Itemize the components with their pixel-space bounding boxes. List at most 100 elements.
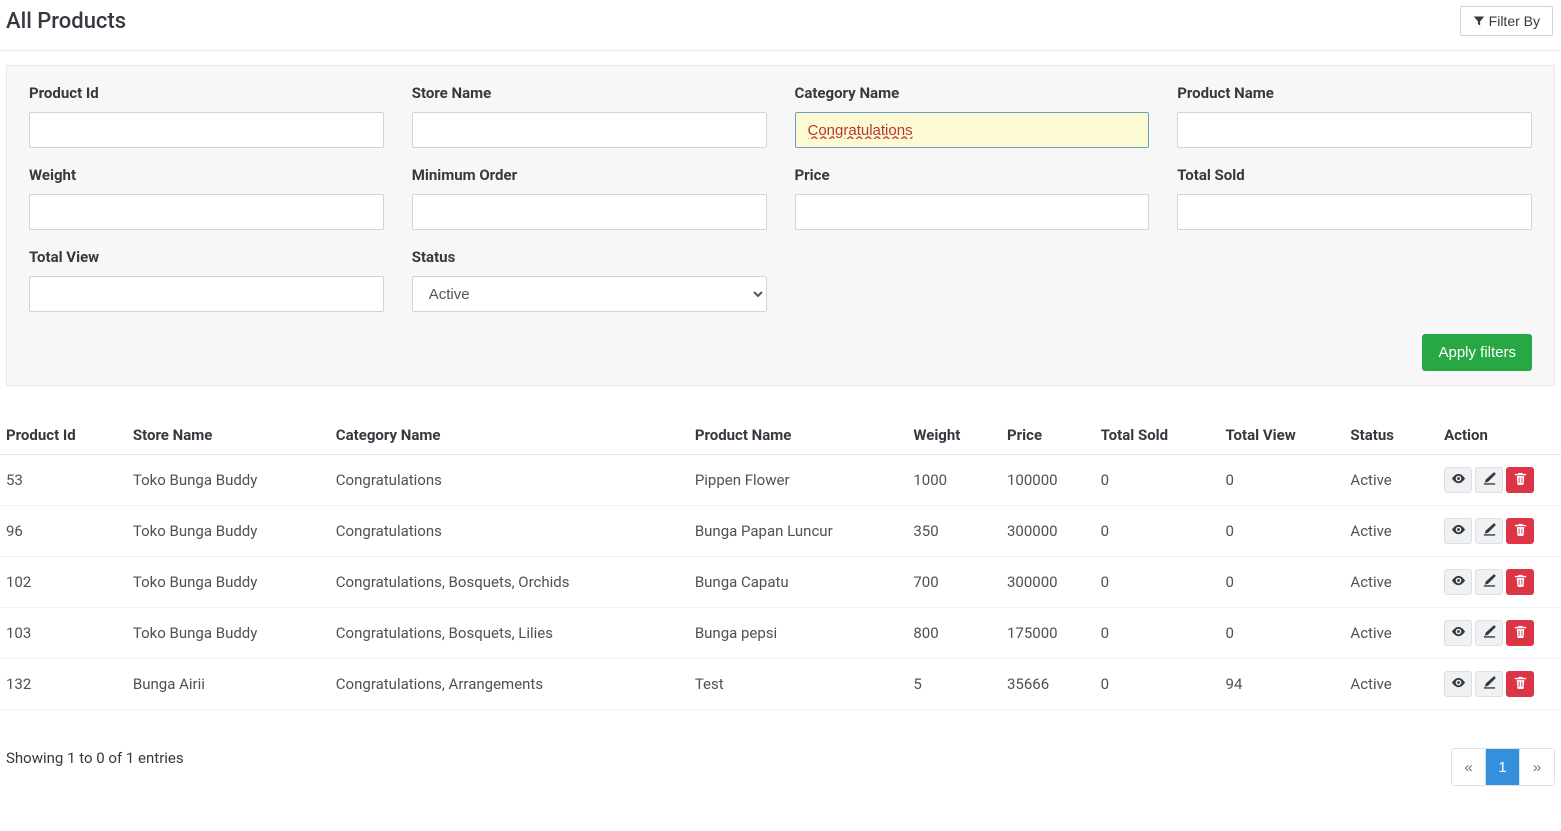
cell-category_name: Congratulations, Arrangements bbox=[328, 659, 687, 710]
edit-icon bbox=[1482, 522, 1497, 540]
edit-button[interactable] bbox=[1475, 518, 1503, 544]
cell-total_sold: 0 bbox=[1093, 659, 1218, 710]
cell-total_sold: 0 bbox=[1093, 557, 1218, 608]
category-name-input[interactable] bbox=[795, 112, 1150, 148]
price-input[interactable] bbox=[795, 194, 1150, 230]
cell-category_name: Congratulations bbox=[328, 455, 687, 506]
cell-product_id: 53 bbox=[0, 455, 125, 506]
cell-product_name: Bunga pepsi bbox=[687, 608, 906, 659]
cell-price: 175000 bbox=[999, 608, 1093, 659]
cell-total_sold: 0 bbox=[1093, 506, 1218, 557]
cell-status: Active bbox=[1342, 659, 1436, 710]
cell-price: 300000 bbox=[999, 557, 1093, 608]
cell-category_name: Congratulations bbox=[328, 506, 687, 557]
th-product-name: Product Name bbox=[687, 416, 906, 455]
cell-total_view: 0 bbox=[1218, 608, 1343, 659]
minimum-order-label: Minimum Order bbox=[412, 166, 767, 184]
total-view-input[interactable] bbox=[29, 276, 384, 312]
table-row: 53Toko Bunga BuddyCongratulationsPippen … bbox=[0, 455, 1561, 506]
cell-status: Active bbox=[1342, 506, 1436, 557]
trash-icon bbox=[1513, 624, 1528, 642]
total-view-label: Total View bbox=[29, 248, 384, 266]
th-total-view: Total View bbox=[1218, 416, 1343, 455]
edit-icon bbox=[1482, 624, 1497, 642]
th-category-name: Category Name bbox=[328, 416, 687, 455]
cell-store_name: Toko Bunga Buddy bbox=[125, 506, 328, 557]
cell-store_name: Toko Bunga Buddy bbox=[125, 557, 328, 608]
cell-action bbox=[1436, 608, 1561, 659]
th-status: Status bbox=[1342, 416, 1436, 455]
cell-status: Active bbox=[1342, 608, 1436, 659]
filter-by-label: Filter By bbox=[1489, 13, 1540, 29]
eye-icon bbox=[1451, 675, 1466, 693]
edit-icon bbox=[1482, 471, 1497, 489]
th-total-sold: Total Sold bbox=[1093, 416, 1218, 455]
cell-product_id: 132 bbox=[0, 659, 125, 710]
product-id-label: Product Id bbox=[29, 84, 384, 102]
cell-product_name: Test bbox=[687, 659, 906, 710]
delete-button[interactable] bbox=[1506, 569, 1534, 595]
products-table: Product Id Store Name Category Name Prod… bbox=[0, 416, 1561, 710]
minimum-order-input[interactable] bbox=[412, 194, 767, 230]
cell-total_sold: 0 bbox=[1093, 608, 1218, 659]
delete-button[interactable] bbox=[1506, 518, 1534, 544]
delete-button[interactable] bbox=[1506, 620, 1534, 646]
view-button[interactable] bbox=[1444, 518, 1472, 544]
cell-total_view: 0 bbox=[1218, 455, 1343, 506]
trash-icon bbox=[1513, 675, 1528, 693]
filter-icon bbox=[1473, 15, 1485, 27]
delete-button[interactable] bbox=[1506, 671, 1534, 697]
cell-store_name: Toko Bunga Buddy bbox=[125, 608, 328, 659]
cell-action bbox=[1436, 455, 1561, 506]
cell-price: 35666 bbox=[999, 659, 1093, 710]
page-1-button[interactable]: 1 bbox=[1486, 749, 1520, 785]
view-button[interactable] bbox=[1444, 467, 1472, 493]
table-row: 102Toko Bunga BuddyCongratulations, Bosq… bbox=[0, 557, 1561, 608]
trash-icon bbox=[1513, 522, 1528, 540]
page-prev-button[interactable]: « bbox=[1452, 749, 1486, 785]
filter-by-button[interactable]: Filter By bbox=[1460, 6, 1553, 36]
cell-weight: 1000 bbox=[905, 455, 999, 506]
cell-product_name: Pippen Flower bbox=[687, 455, 906, 506]
edit-button[interactable] bbox=[1475, 569, 1503, 595]
cell-action bbox=[1436, 506, 1561, 557]
cell-product_id: 102 bbox=[0, 557, 125, 608]
cell-total_view: 0 bbox=[1218, 506, 1343, 557]
table-row: 96Toko Bunga BuddyCongratulationsBunga P… bbox=[0, 506, 1561, 557]
cell-store_name: Bunga Airii bbox=[125, 659, 328, 710]
page-next-button[interactable]: » bbox=[1520, 749, 1554, 785]
cell-action bbox=[1436, 659, 1561, 710]
view-button[interactable] bbox=[1444, 671, 1472, 697]
price-label: Price bbox=[795, 166, 1150, 184]
cell-total_view: 94 bbox=[1218, 659, 1343, 710]
product-id-input[interactable] bbox=[29, 112, 384, 148]
apply-filters-button[interactable]: Apply filters bbox=[1422, 334, 1532, 371]
th-weight: Weight bbox=[905, 416, 999, 455]
edit-button[interactable] bbox=[1475, 671, 1503, 697]
delete-button[interactable] bbox=[1506, 467, 1534, 493]
product-name-input[interactable] bbox=[1177, 112, 1532, 148]
cell-weight: 5 bbox=[905, 659, 999, 710]
cell-action bbox=[1436, 557, 1561, 608]
trash-icon bbox=[1513, 471, 1528, 489]
category-name-label: Category Name bbox=[795, 84, 1150, 102]
product-name-label: Product Name bbox=[1177, 84, 1532, 102]
store-name-input[interactable] bbox=[412, 112, 767, 148]
cell-weight: 350 bbox=[905, 506, 999, 557]
cell-status: Active bbox=[1342, 455, 1436, 506]
eye-icon bbox=[1451, 624, 1466, 642]
view-button[interactable] bbox=[1444, 620, 1472, 646]
weight-input[interactable] bbox=[29, 194, 384, 230]
total-sold-input[interactable] bbox=[1177, 194, 1532, 230]
th-price: Price bbox=[999, 416, 1093, 455]
total-sold-label: Total Sold bbox=[1177, 166, 1532, 184]
edit-button[interactable] bbox=[1475, 620, 1503, 646]
cell-product_name: Bunga Papan Luncur bbox=[687, 506, 906, 557]
cell-category_name: Congratulations, Bosquets, Lilies bbox=[328, 608, 687, 659]
cell-product_name: Bunga Capatu bbox=[687, 557, 906, 608]
cell-store_name: Toko Bunga Buddy bbox=[125, 455, 328, 506]
cell-weight: 700 bbox=[905, 557, 999, 608]
status-select[interactable]: Active bbox=[412, 276, 767, 312]
edit-button[interactable] bbox=[1475, 467, 1503, 493]
view-button[interactable] bbox=[1444, 569, 1472, 595]
